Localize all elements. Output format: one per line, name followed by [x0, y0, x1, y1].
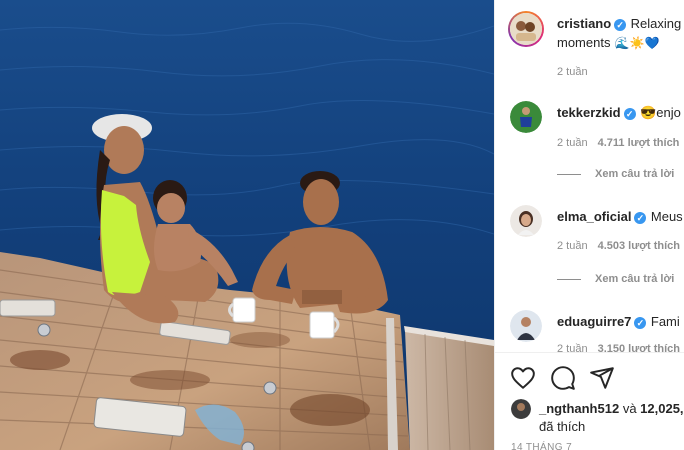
- comment-username[interactable]: elma_oficial: [557, 209, 631, 224]
- author-avatar-ring[interactable]: [508, 11, 544, 47]
- view-replies-label: Xem câu trả lời: [595, 273, 675, 285]
- post-caption: Relaxing: [630, 16, 682, 31]
- comment-text: Meus: [650, 209, 683, 224]
- comment-avatar-image: [510, 310, 542, 342]
- comment-meta: 2 tuần 4.503 lượt thích: [557, 240, 680, 252]
- verified-badge-icon: ✓: [634, 317, 647, 329]
- post-caption-emojis: 🌊☀️💙: [614, 36, 660, 50]
- comment-avatar-image: [510, 101, 542, 133]
- comment-likes[interactable]: 4.503 lượt thích: [598, 240, 680, 252]
- comment-avatar-tekkerzkid[interactable]: [510, 101, 542, 133]
- comment-username[interactable]: eduaguirre7: [557, 314, 631, 329]
- comment-avatar-elma[interactable]: [510, 205, 542, 237]
- heart-icon[interactable]: [510, 365, 536, 391]
- likes-connector: và: [622, 401, 637, 416]
- comment-avatar-eduaguirre7[interactable]: [510, 310, 542, 342]
- comment-text: 😎enjo: [640, 105, 681, 120]
- replies-divider: [557, 278, 581, 280]
- view-replies-button[interactable]: Xem câu trả lời: [557, 168, 674, 180]
- instagram-post-view: cristiano ✓ Relaxing moments 🌊☀️💙 2 tuần …: [0, 0, 684, 450]
- post-caption-cont: moments: [557, 35, 611, 50]
- post-image: [0, 0, 494, 450]
- liker-username[interactable]: _ngthanh512: [539, 401, 619, 416]
- author-avatar[interactable]: [510, 13, 542, 45]
- comment-line-elma: elma_oficial ✓ Meus: [557, 208, 683, 226]
- post-time: 2 tuần: [557, 66, 588, 78]
- post-photo[interactable]: [0, 0, 494, 450]
- likes-summary: _ngthanh512 và 12,025,: [539, 401, 684, 416]
- comment-text: Fami: [650, 314, 680, 329]
- likes-suffix: đã thích: [539, 419, 586, 434]
- liker-avatar-image: [511, 399, 531, 419]
- post-caption-line1: cristiano ✓ Relaxing: [557, 15, 681, 33]
- likes-count[interactable]: 12,025,: [640, 401, 683, 416]
- view-replies-label: Xem câu trả lời: [595, 168, 675, 180]
- share-icon[interactable]: [589, 365, 615, 391]
- comment-meta: 2 tuần 4.711 lượt thích: [557, 137, 679, 149]
- comment-time: 2 tuần: [557, 137, 588, 149]
- comment-time: 2 tuần: [557, 240, 588, 252]
- post-sidebar: cristiano ✓ Relaxing moments 🌊☀️💙 2 tuần …: [494, 0, 684, 450]
- comment-line-tekkerzkid: tekkerzkid ✓ 😎enjo: [557, 104, 681, 122]
- liker-avatar[interactable]: [511, 399, 531, 419]
- comment-avatar-image: [510, 205, 542, 237]
- author-username[interactable]: cristiano: [557, 16, 611, 31]
- comment-line-eduaguirre7: eduaguirre7 ✓ Fami: [557, 313, 680, 331]
- author-avatar-image: [510, 13, 542, 45]
- verified-badge-icon: ✓: [614, 19, 627, 31]
- replies-divider: [557, 173, 581, 175]
- comment-username[interactable]: tekkerzkid: [557, 105, 621, 120]
- post-date[interactable]: 14 THÁNG 7: [511, 442, 572, 450]
- comment-likes[interactable]: 4.711 lượt thích: [598, 137, 680, 149]
- view-replies-button[interactable]: Xem câu trả lời: [557, 273, 674, 285]
- comment-icon[interactable]: [550, 365, 576, 391]
- post-caption-line2: moments 🌊☀️💙: [557, 34, 660, 52]
- verified-badge-icon: ✓: [623, 108, 636, 120]
- verified-badge-icon: ✓: [634, 212, 647, 224]
- post-actions-panel: _ngthanh512 và 12,025, đã thích 14 THÁNG…: [495, 352, 684, 450]
